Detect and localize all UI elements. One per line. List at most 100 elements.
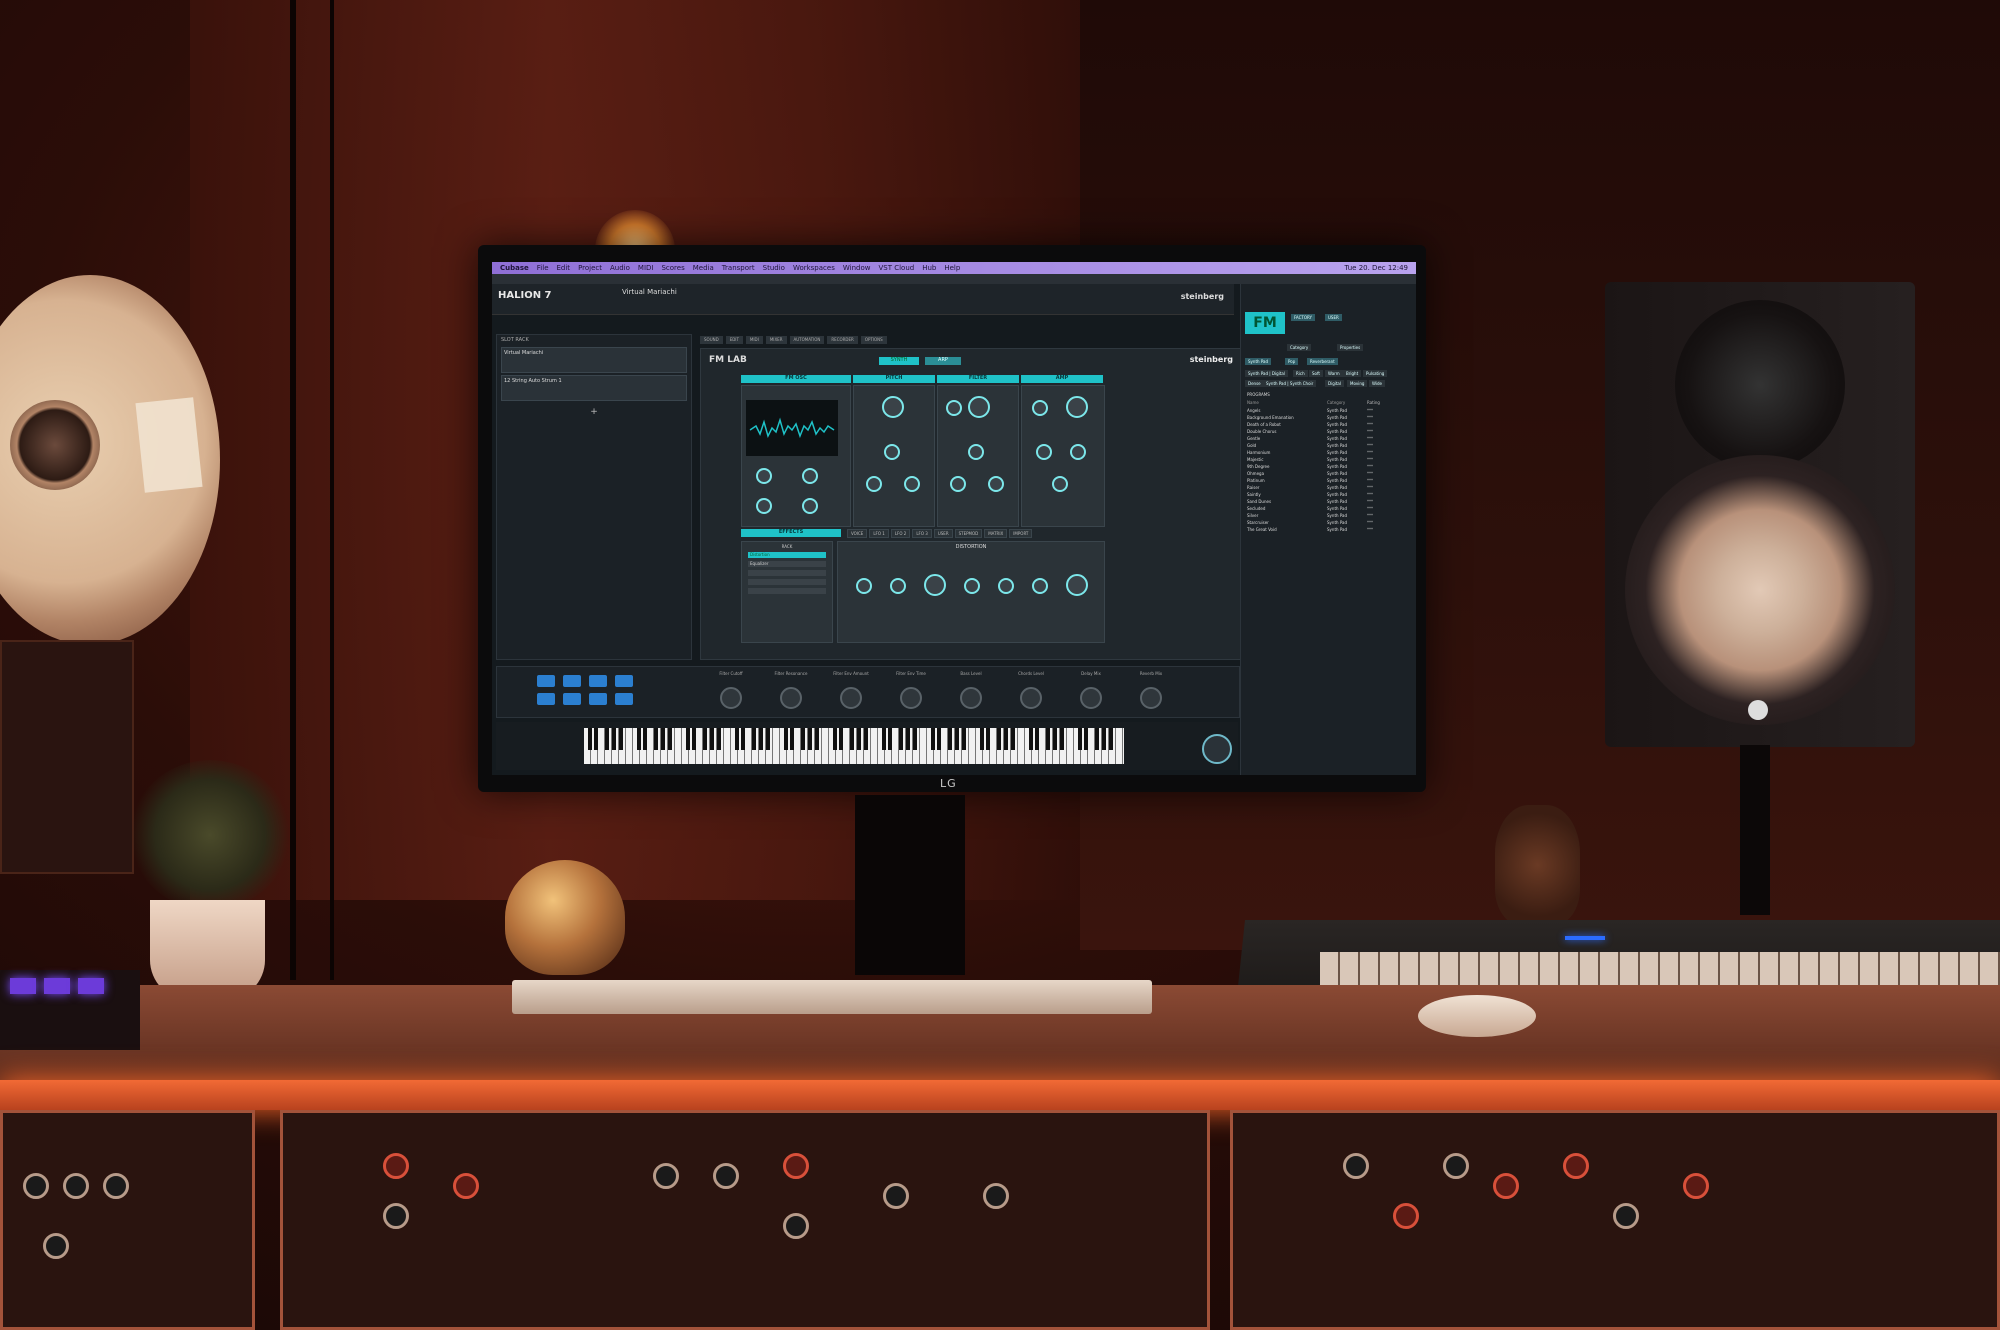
qc-delay-mix-knob[interactable]: [1080, 687, 1102, 709]
program-row[interactable]: Starcruiser Synth Pad ***: [1247, 520, 1407, 527]
attr-digital[interactable]: Digital: [1325, 380, 1344, 387]
menu-media[interactable]: Media: [693, 264, 714, 272]
col-category[interactable]: Category: [1327, 400, 1367, 407]
offset-knob[interactable]: [964, 578, 980, 594]
filter-key-f-knob[interactable]: [968, 444, 984, 460]
out-gain-knob[interactable]: [1032, 578, 1048, 594]
tag-pop[interactable]: Pop: [1285, 358, 1299, 365]
program-row[interactable]: Saintly Synth Pad ***: [1247, 492, 1407, 499]
program-row[interactable]: Raiser Synth Pad ***: [1247, 485, 1407, 492]
program-row[interactable]: Death of a Robot Synth Pad ***: [1247, 422, 1407, 429]
filter-category[interactable]: Category: [1287, 344, 1312, 351]
attr-moving[interactable]: Moving: [1347, 380, 1368, 387]
program-row[interactable]: 9th Degree Synth Pad ***: [1247, 464, 1407, 471]
trigger-pad[interactable]: [615, 693, 633, 705]
tab-edit[interactable]: EDIT: [725, 336, 743, 344]
qc-bass-level-knob[interactable]: [960, 687, 982, 709]
section-filter[interactable]: FILTER: [937, 375, 1019, 383]
menu-vst-cloud[interactable]: VST Cloud: [878, 264, 914, 272]
program-row[interactable]: Sand Dunes Synth Pad ***: [1247, 499, 1407, 506]
scroll-wheel[interactable]: [1202, 734, 1232, 764]
tab-automation[interactable]: AUTOMATION: [789, 336, 825, 344]
tab-user[interactable]: USER: [933, 529, 953, 538]
qc-filter-resonance-knob[interactable]: [780, 687, 802, 709]
attr-soft[interactable]: Soft: [1309, 370, 1323, 377]
high-pass-knob[interactable]: [890, 578, 906, 594]
effect-slot-empty[interactable]: [748, 579, 826, 585]
effect-distortion[interactable]: Distortion: [748, 552, 826, 558]
menu-transport[interactable]: Transport: [722, 264, 755, 272]
tab-user-library[interactable]: USER: [1325, 314, 1342, 321]
menu-project[interactable]: Project: [578, 264, 602, 272]
section-amp[interactable]: AMP: [1021, 375, 1103, 383]
program-row[interactable]: The Great Void Synth Pad ***: [1247, 527, 1407, 534]
tag-reverberant[interactable]: Reverberant: [1307, 358, 1338, 365]
program-row[interactable]: Secluded Synth Pad ***: [1247, 506, 1407, 513]
pan-knob[interactable]: [1032, 400, 1048, 416]
attr-wide[interactable]: Wide: [1369, 380, 1385, 387]
program-row[interactable]: Platinum Synth Pad ***: [1247, 478, 1407, 485]
pitch-vel-knob[interactable]: [904, 476, 920, 492]
qc-reverb-mix-knob[interactable]: [1140, 687, 1162, 709]
low-pass-knob[interactable]: [998, 578, 1014, 594]
in-gain-knob[interactable]: [856, 578, 872, 594]
program-row[interactable]: Silver Synth Pad ***: [1247, 513, 1407, 520]
amp-vel-knob[interactable]: [1052, 476, 1068, 492]
qc-filter-env-time-knob[interactable]: [900, 687, 922, 709]
tab-synth[interactable]: SYNTH: [879, 357, 919, 365]
menu-window[interactable]: Window: [843, 264, 871, 272]
pitch-key-f-knob[interactable]: [884, 444, 900, 460]
program-row[interactable]: Ohmega Synth Pad ***: [1247, 471, 1407, 478]
col-rating[interactable]: Rating: [1367, 400, 1380, 407]
attr-synth-pad-digital[interactable]: Synth Pad | Digital: [1245, 370, 1288, 377]
attr-synth-choir[interactable]: Synth Pad | Synth Choir: [1263, 380, 1317, 387]
tab-arp[interactable]: ARP: [925, 357, 961, 365]
pitch-env-knob[interactable]: [866, 476, 882, 492]
menu-app[interactable]: Cubase: [500, 264, 529, 272]
program-row[interactable]: Harmonium Synth Pad ***: [1247, 450, 1407, 457]
filter-vel-knob[interactable]: [988, 476, 1004, 492]
tab-midi[interactable]: MIDI: [745, 336, 763, 344]
trigger-pad[interactable]: [589, 693, 607, 705]
section-pitch[interactable]: PITCH: [853, 375, 935, 383]
attr-rich[interactable]: Rich: [1293, 370, 1308, 377]
slot-1[interactable]: Virtual Mariachi: [501, 347, 687, 373]
effect-slot-empty[interactable]: [748, 588, 826, 594]
tab-factory[interactable]: FACTORY: [1291, 314, 1315, 321]
tab-lfo-3[interactable]: LFO 3: [912, 529, 932, 538]
trigger-pad[interactable]: [537, 675, 555, 687]
attr-bright[interactable]: Bright: [1343, 370, 1362, 377]
filter-properties[interactable]: Properties: [1337, 344, 1364, 351]
tab-stepmod[interactable]: STEPMOD: [954, 529, 983, 538]
mod-times-knob[interactable]: [756, 468, 772, 484]
pan-key-f-knob[interactable]: [1036, 444, 1052, 460]
trigger-pad[interactable]: [589, 675, 607, 687]
menu-file[interactable]: File: [537, 264, 549, 272]
attr-pulsating[interactable]: Pulsating: [1363, 370, 1388, 377]
mix-knob[interactable]: [1066, 574, 1088, 596]
menu-help[interactable]: Help: [944, 264, 960, 272]
program-row[interactable]: Majestic Synth Pad ***: [1247, 457, 1407, 464]
menu-edit[interactable]: Edit: [557, 264, 571, 272]
hard-clip-knob[interactable]: [924, 574, 946, 596]
tag-synth-pad[interactable]: Synth Pad: [1245, 358, 1272, 365]
lev-key-f-knob[interactable]: [1070, 444, 1086, 460]
piano-black-keys[interactable]: [584, 728, 1124, 750]
tab-recorder[interactable]: RECORDER: [827, 336, 858, 344]
tab-lfo-2[interactable]: LFO 2: [890, 529, 911, 538]
attr-dense[interactable]: Dense: [1245, 380, 1264, 387]
cutoff-knob[interactable]: [968, 396, 990, 418]
trigger-pad[interactable]: [563, 675, 581, 687]
filter-env-knob[interactable]: [950, 476, 966, 492]
section-effects[interactable]: EFFECTS: [741, 529, 841, 537]
tab-mixer[interactable]: MIXER: [765, 336, 787, 344]
menu-scores[interactable]: Scores: [661, 264, 684, 272]
slot-2[interactable]: 12 String Auto Strum 1: [501, 375, 687, 401]
trigger-pad[interactable]: [537, 693, 555, 705]
program-row[interactable]: Gold Synth Pad ***: [1247, 443, 1407, 450]
program-row[interactable]: Angels Synth Pad ***: [1247, 408, 1407, 415]
menu-audio[interactable]: Audio: [610, 264, 630, 272]
car-times-knob[interactable]: [756, 498, 772, 514]
qc-filter-env-amount-knob[interactable]: [840, 687, 862, 709]
program-row[interactable]: Gentle Synth Pad ***: [1247, 436, 1407, 443]
